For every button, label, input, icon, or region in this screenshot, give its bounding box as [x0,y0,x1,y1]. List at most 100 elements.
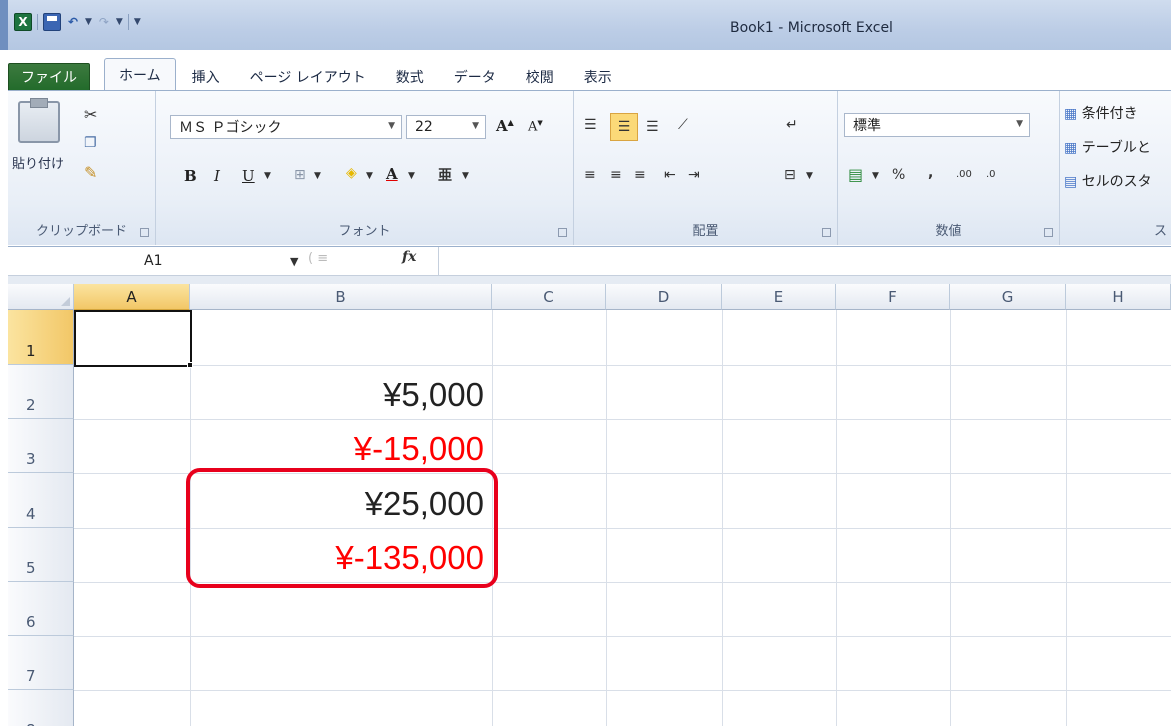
column-header-d[interactable]: D [606,284,722,310]
increase-indent-icon[interactable]: ⇥ [688,167,700,183]
row-header-3[interactable]: 3 [8,419,74,473]
cut-icon[interactable]: ✂ [84,105,97,124]
worksheet-grid[interactable]: A B C D E F G H 1 2 3 4 5 6 7 8 ¥5,000 ¥… [8,284,1171,726]
borders-dropdown-icon[interactable]: ▼ [314,171,321,181]
borders-icon[interactable]: ⊞ [294,167,306,183]
column-header-a[interactable]: A [74,284,190,310]
currency-dropdown-icon[interactable]: ▼ [872,171,879,181]
shrink-font-icon[interactable]: A▼ [528,119,543,134]
tab-view[interactable]: 表示 [570,63,626,91]
cell-styles-button[interactable]: ▤ セルのスタ [1064,171,1152,191]
tab-page-layout[interactable]: ページ レイアウト [236,63,380,91]
font-color-dropdown-icon[interactable]: ▼ [408,171,415,181]
copy-icon[interactable]: ❐ [84,135,97,151]
ribbon: 貼り付け ✂ ❐ ✎ クリップボード ＭＳ Ｐゴシック ▼ 22 ▼ A▲ A▼… [8,91,1171,245]
wrap-text-icon[interactable]: ↵ [786,117,798,133]
fill-color-dropdown-icon[interactable]: ▼ [366,171,373,181]
tab-data[interactable]: データ [440,63,510,91]
customize-qat-icon[interactable]: ▼ [134,17,141,27]
number-format-value: 標準 [853,118,881,134]
phonetic-icon[interactable]: 亜 [438,165,452,185]
column-header-f[interactable]: F [836,284,950,310]
conditional-formatting-button[interactable]: ▦ 条件付き [1064,103,1138,123]
row-header-5[interactable]: 5 [8,528,74,582]
formula-bar-separator [438,247,439,276]
tab-insert[interactable]: 挿入 [178,63,234,91]
font-name-value: ＭＳ Ｐゴシック [179,120,282,136]
row-header-8[interactable]: 8 [8,690,74,726]
excel-logo-icon[interactable]: X [14,13,32,31]
percent-style-button[interactable]: % [892,167,905,183]
align-bottom-icon[interactable]: ☰ [646,119,659,135]
cell-b3[interactable]: ¥-15,000 [198,430,484,468]
italic-icon[interactable]: I [214,167,220,185]
tab-formulas[interactable]: 数式 [382,63,438,91]
orientation-icon[interactable]: ⟋ [678,117,688,133]
row-header-7[interactable]: 7 [8,636,74,690]
tab-home[interactable]: ホーム [104,58,176,91]
row-header-1[interactable]: 1 [8,310,74,365]
column-header-b[interactable]: B [190,284,492,310]
align-right-icon[interactable]: ≡ [634,167,646,183]
fill-handle[interactable] [187,362,193,368]
font-launcher-icon[interactable] [558,228,567,237]
column-header-h[interactable]: H [1066,284,1171,310]
underline-dropdown-icon[interactable]: ▼ [264,171,271,181]
row-header-4[interactable]: 4 [8,473,74,528]
decrease-indent-icon[interactable]: ⇤ [664,167,676,183]
column-header-e[interactable]: E [722,284,836,310]
clipboard-launcher-icon[interactable] [140,228,149,237]
align-top-icon[interactable]: ☰ [584,117,597,133]
tab-file[interactable]: ファイル [8,63,90,91]
cell-styles-icon: ▤ [1064,174,1078,190]
undo-icon[interactable]: ↶ [64,13,82,31]
font-name-select[interactable]: ＭＳ Ｐゴシック ▼ [170,115,402,139]
paste-icon[interactable] [18,98,60,143]
tab-review[interactable]: 校閲 [512,63,568,91]
phonetic-dropdown-icon[interactable]: ▼ [462,171,469,181]
format-as-table-button[interactable]: ▦ テーブルと [1064,137,1151,157]
active-cell-a1[interactable] [74,310,192,367]
number-launcher-icon[interactable] [1044,228,1053,237]
increase-decimal-button[interactable]: .00 [956,169,972,180]
align-left-icon[interactable]: ≡ [584,167,596,183]
row-header-2[interactable]: 2 [8,365,74,419]
redo-icon[interactable]: ↷ [95,13,113,31]
column-header-g[interactable]: G [950,284,1066,310]
merge-dropdown-icon[interactable]: ▼ [806,171,813,181]
font-size-dropdown-icon[interactable]: ▼ [472,121,479,131]
name-box[interactable]: A1 ▼ [22,251,308,273]
align-center-icon[interactable]: ≡ [610,167,622,183]
font-size-select[interactable]: 22 ▼ [406,115,486,139]
underline-icon[interactable]: U [242,167,255,185]
save-icon[interactable] [43,13,61,31]
alignment-launcher-icon[interactable] [822,228,831,237]
paste-button-label[interactable]: 貼り付け [8,153,68,172]
merge-center-icon[interactable]: ⊟ [784,167,796,183]
fill-color-icon[interactable]: ◈ [346,165,357,181]
font-color-icon[interactable]: A [386,165,398,183]
name-box-dropdown-icon[interactable]: ▼ [290,255,298,268]
select-all-button[interactable] [8,284,74,310]
decrease-decimal-button[interactable]: .0 [986,169,996,180]
column-header-c[interactable]: C [492,284,606,310]
comma-style-button[interactable]: , [928,165,933,181]
gridline [74,365,1171,366]
currency-format-icon[interactable]: ▤ [848,165,863,184]
gridline [74,419,1171,420]
number-format-dropdown-icon[interactable]: ▼ [1016,119,1023,129]
redo-dropdown-icon[interactable]: ▼ [116,17,123,27]
gridline [74,690,1171,691]
grow-font-icon[interactable]: A▲ [496,117,514,135]
gridline [606,310,607,726]
format-painter-icon[interactable]: ✎ [84,163,97,182]
row-header-6[interactable]: 6 [8,582,74,636]
qat-separator [127,14,129,30]
bold-icon[interactable]: B [184,167,197,185]
undo-dropdown-icon[interactable]: ▼ [85,17,92,27]
align-middle-icon[interactable]: ☰ [610,113,638,141]
cell-b2[interactable]: ¥5,000 [198,376,484,414]
font-name-dropdown-icon[interactable]: ▼ [388,121,395,131]
number-format-select[interactable]: 標準 ▼ [844,113,1030,137]
insert-function-icon[interactable]: fx [402,249,416,265]
